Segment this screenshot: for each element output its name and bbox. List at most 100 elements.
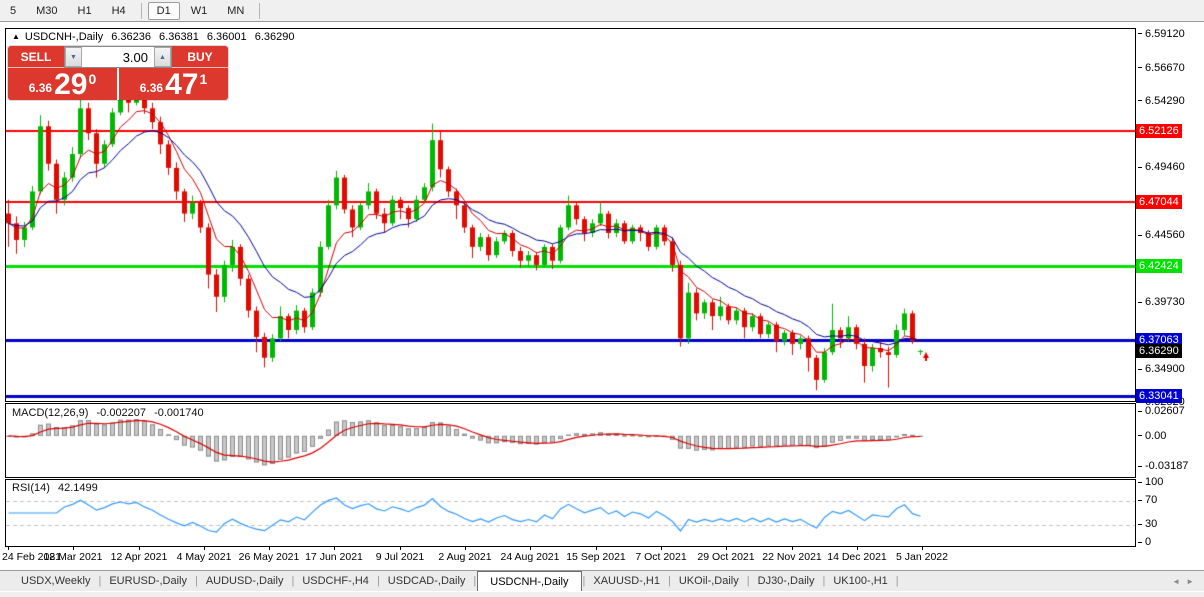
tab-audusd-daily[interactable]: AUDUSD-,Daily	[199, 571, 291, 591]
date-tick-mark	[334, 546, 335, 550]
axis-tick-mark	[1138, 523, 1142, 525]
toolbar-separator	[140, 2, 142, 19]
axis-tick-mark	[1138, 481, 1142, 483]
date-tick-mark	[73, 546, 74, 550]
date-label: 5 Jan 2022	[896, 551, 948, 563]
rsi-label: RSI(14)	[12, 482, 50, 494]
tab-usdcad-daily[interactable]: USDCAD-,Daily	[381, 571, 473, 591]
symbol-tab-bar: USDX,Weekly | EURUSD-,Daily | AUDUSD-,Daily |…	[0, 570, 1204, 591]
volume-input[interactable]	[82, 47, 154, 67]
date-label: 22 Nov 2021	[762, 551, 822, 563]
timeframe-button-w1[interactable]: W1	[182, 2, 217, 20]
macd-tick-label: -0.03187	[1138, 460, 1188, 473]
price-tick-label: 6.54290	[1138, 95, 1185, 108]
one-click-trade-panel: SELL ▼ ▲ BUY 6.36290 6.36471	[8, 46, 228, 100]
date-label: 26 May 2021	[238, 551, 300, 563]
ohlc-low: 6.36001	[206, 31, 247, 43]
rsi-tick-label: 30	[1138, 518, 1157, 531]
toolbar-separator	[259, 2, 261, 19]
buy-price-sup: 1	[199, 71, 208, 87]
status-strip	[0, 591, 1204, 597]
rsi-tick-label: 100	[1138, 476, 1163, 489]
rsi-canvas[interactable]	[6, 480, 1135, 546]
axis-tick-mark	[1138, 100, 1142, 102]
tab-xauusd-h1[interactable]: XAUUSD-,H1	[586, 571, 667, 591]
chart-ohlc-header: ▲ USDCNH-,Daily 6.36236 6.36381 6.36001 6…	[12, 31, 299, 43]
buy-price-prefix: 6.36	[139, 81, 164, 95]
timeframe-button-h4[interactable]: H4	[103, 2, 135, 20]
tab-usdcnh-daily[interactable]: USDCNH-,Daily	[477, 571, 582, 591]
axis-tick-mark	[1138, 465, 1142, 467]
price-tick-label: 6.49460	[1138, 161, 1185, 174]
date-label: 9 Jul 2021	[375, 551, 425, 563]
macd-tick-label: 0.02607	[1138, 405, 1185, 418]
volume-decrease-button[interactable]: ▼	[65, 47, 82, 67]
volume-increase-button[interactable]: ▲	[154, 47, 171, 67]
date-tick-mark	[139, 546, 140, 550]
tab-ukoil-daily[interactable]: UKOil-,Daily	[672, 571, 746, 591]
price-tick-label: 6.56670	[1138, 62, 1185, 75]
tab-dj30-daily[interactable]: DJ30-,Daily	[751, 571, 822, 591]
date-tick-mark	[596, 546, 597, 550]
axis-tick-mark	[1138, 368, 1142, 370]
price-tick-label: 6.44560	[1138, 229, 1185, 242]
ohlc-high: 6.36381	[159, 31, 199, 43]
macd-tick-label: 0.00	[1138, 430, 1166, 443]
timeframe-button-d1[interactable]: D1	[147, 1, 180, 20]
sell-price-prefix: 6.36	[28, 81, 53, 95]
spinner-up-icon: ▲	[159, 53, 166, 61]
hline-price-flag: 6.52126	[1136, 124, 1182, 139]
buy-price-display[interactable]: 6.36 47 1	[119, 68, 228, 100]
ohlc-close: 6.36290	[254, 31, 295, 43]
tab-scroll-left-icon[interactable]: ◄	[1172, 577, 1180, 586]
tab-uk100-h1[interactable]: UK100-,H1	[826, 571, 894, 591]
hline-price-flag: 6.47044	[1136, 194, 1182, 209]
buy-button[interactable]: BUY	[172, 46, 228, 68]
macd-value: -0.002207	[96, 407, 147, 419]
buy-price-big: 47	[165, 68, 199, 101]
date-label: 15 Sep 2021	[566, 551, 626, 563]
timeframe-button-h1[interactable]: H1	[69, 2, 101, 20]
date-label: 24 Aug 2021	[500, 551, 560, 563]
tab-usdx-weekly[interactable]: USDX,Weekly	[14, 571, 97, 591]
collapse-arrow-icon[interactable]: ▲	[12, 32, 20, 41]
chart-symbol-title: USDCNH-,Daily	[24, 31, 104, 43]
axis-tick-mark	[1138, 301, 1142, 303]
sell-price-big: 29	[54, 68, 88, 101]
date-label: 12 Apr 2021	[110, 551, 168, 563]
sell-button[interactable]: SELL	[8, 46, 64, 68]
macd-signal-value: -0.001740	[154, 407, 204, 419]
axis-tick-mark	[1138, 67, 1142, 69]
hline-price-flag: 6.33041	[1136, 388, 1182, 403]
date-tick-mark	[465, 546, 466, 550]
tab-eurusd-daily[interactable]: EURUSD-,Daily	[102, 571, 194, 591]
macd-label: MACD(12,26,9)	[12, 407, 89, 419]
timeframe-toolbar: 5 M30 H1 H4 D1 W1 MN	[0, 0, 1204, 22]
spinner-down-icon: ▼	[70, 53, 77, 61]
date-tick-mark	[857, 546, 858, 550]
volume-control: ▼ ▲	[64, 46, 172, 68]
price-tick-label: 6.39730	[1138, 296, 1185, 309]
axis-tick-mark	[1138, 410, 1142, 412]
date-label: 7 Oct 2021	[635, 551, 687, 563]
macd-label-line: MACD(12,26,9) -0.002207 -0.001740	[12, 407, 209, 419]
rsi-pane	[5, 479, 1136, 547]
date-tick-mark	[204, 546, 205, 550]
ohlc-open: 6.36236	[111, 31, 151, 43]
timeframe-button-m30[interactable]: M30	[27, 2, 66, 20]
date-tick-mark	[269, 546, 270, 550]
date-label: 29 Oct 2021	[697, 551, 755, 563]
rsi-label-line: RSI(14) 42.1499	[12, 482, 103, 494]
tab-scroll-right-icon[interactable]: ►	[1186, 577, 1194, 586]
rsi-tick-label: 0	[1138, 536, 1151, 549]
tab-separator: |	[895, 575, 899, 587]
tab-usdchf-h4[interactable]: USDCHF-,H4	[295, 571, 376, 591]
sell-price-display[interactable]: 6.36 29 0	[8, 68, 117, 100]
timeframe-button-mn[interactable]: MN	[218, 2, 253, 20]
axis-tick-mark	[1138, 33, 1142, 35]
hline-price-flag: 6.42424	[1136, 258, 1182, 273]
timeframe-button-5[interactable]: 5	[1, 2, 25, 20]
axis-tick-mark	[1138, 234, 1142, 236]
date-tick-mark	[400, 546, 401, 550]
date-label: 17 Jun 2021	[305, 551, 363, 563]
